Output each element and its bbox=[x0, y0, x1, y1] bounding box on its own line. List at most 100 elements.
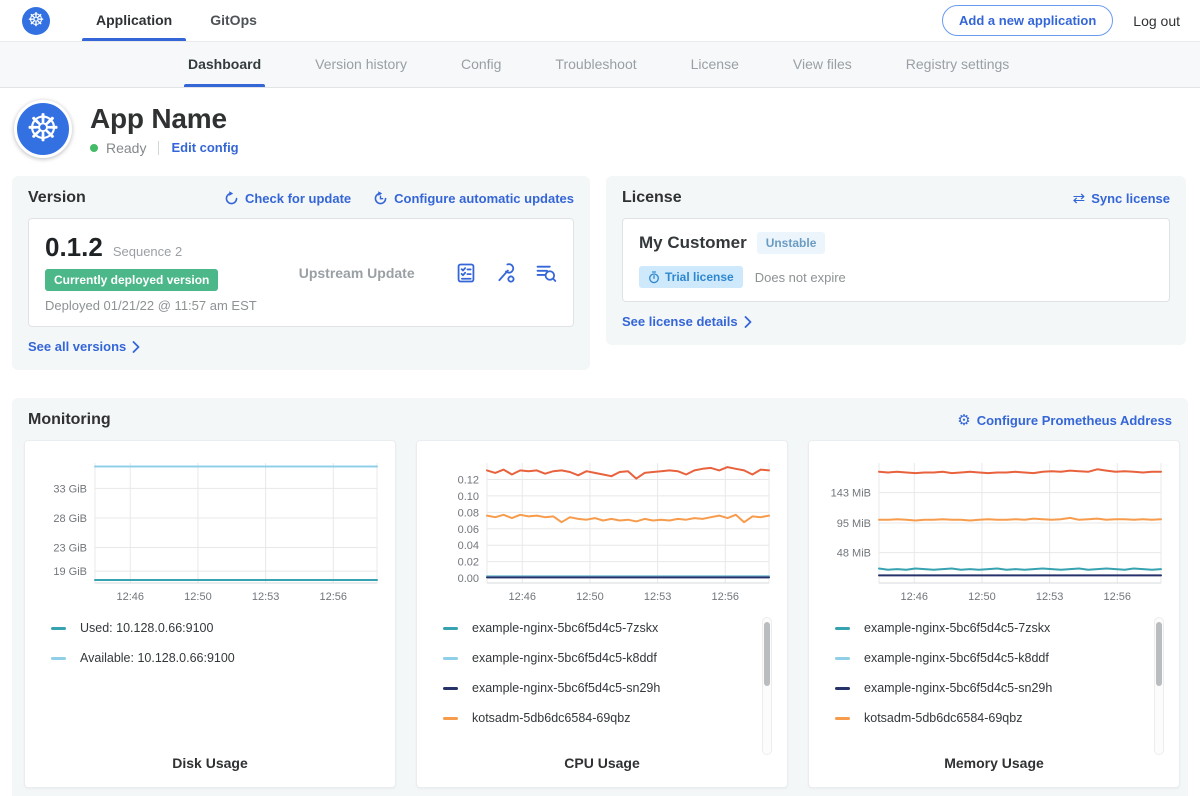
configure-automatic-updates-label: Configure automatic updates bbox=[394, 191, 574, 206]
legend-item: example-nginx-5bc6f5d4c5-7zskx bbox=[835, 621, 1167, 635]
topnav-tab-application[interactable]: Application bbox=[82, 0, 186, 41]
disk-usage-title: Disk Usage bbox=[37, 755, 383, 777]
svg-text:0.08: 0.08 bbox=[458, 507, 479, 519]
legend-item: example-nginx-5bc6f5d4c5-sn29h bbox=[835, 681, 1167, 695]
tab-troubleshoot[interactable]: Troubleshoot bbox=[555, 42, 636, 87]
app-status: Ready bbox=[106, 140, 146, 156]
disk-usage-panel: 33 GiB28 GiB23 GiB19 GiB12:4612:5012:531… bbox=[24, 440, 396, 788]
svg-text:23 GiB: 23 GiB bbox=[53, 543, 87, 555]
legend-label: kotsadm-5db6dc6584-69qbz bbox=[472, 711, 630, 725]
current-version-panel: 0.1.2 Sequence 2 Currently deployed vers… bbox=[28, 218, 574, 327]
page-title: App Name bbox=[90, 103, 239, 135]
legend-swatch bbox=[51, 657, 66, 660]
legend-item: example-nginx-5bc6f5d4c5-k8ddf bbox=[443, 651, 775, 665]
kots-admin-console: ☸ Application GitOps Add a new applicati… bbox=[0, 0, 1200, 796]
deployed-timestamp: Deployed 01/21/22 @ 11:57 am EST bbox=[45, 298, 257, 313]
gear-icon: ⚙ bbox=[957, 411, 970, 429]
scrollbar-thumb[interactable] bbox=[1156, 622, 1162, 686]
edit-config-wrench-icon[interactable] bbox=[495, 262, 517, 284]
tab-dashboard[interactable]: Dashboard bbox=[188, 42, 261, 87]
legend-swatch bbox=[443, 687, 458, 690]
svg-text:143 MiB: 143 MiB bbox=[831, 488, 871, 500]
svg-text:0.12: 0.12 bbox=[458, 474, 479, 486]
monitoring-card: Monitoring ⚙ Configure Prometheus Addres… bbox=[12, 398, 1188, 796]
sync-license-link[interactable]: ⇄ Sync license bbox=[1073, 189, 1170, 207]
svg-text:12:56: 12:56 bbox=[712, 591, 740, 603]
app-header: ☸ App Name Ready Edit config bbox=[0, 88, 1200, 170]
svg-text:0.06: 0.06 bbox=[458, 524, 479, 536]
channel-badge: Unstable bbox=[757, 232, 826, 254]
see-all-versions-label: See all versions bbox=[28, 339, 126, 354]
add-application-button[interactable]: Add a new application bbox=[942, 5, 1113, 36]
svg-text:0.00: 0.00 bbox=[458, 573, 479, 585]
tab-version-history[interactable]: Version history bbox=[315, 42, 407, 87]
logout-button[interactable]: Log out bbox=[1133, 13, 1180, 29]
see-all-versions-link[interactable]: See all versions bbox=[28, 339, 140, 354]
svg-text:12:56: 12:56 bbox=[1104, 591, 1132, 603]
legend-label: kotsadm-5db6dc6584-69qbz bbox=[864, 711, 1022, 725]
memory-usage-title: Memory Usage bbox=[821, 755, 1167, 777]
legend-item: example-nginx-5bc6f5d4c5-7zskx bbox=[443, 621, 775, 635]
memory-usage-legend: example-nginx-5bc6f5d4c5-7zskx example-ng… bbox=[821, 621, 1167, 755]
tab-license[interactable]: License bbox=[691, 42, 739, 87]
legend-swatch bbox=[443, 627, 458, 630]
edit-config-link[interactable]: Edit config bbox=[171, 140, 238, 155]
scrollbar-thumb[interactable] bbox=[764, 622, 770, 686]
legend-swatch bbox=[443, 657, 458, 660]
preflight-checks-icon[interactable] bbox=[455, 262, 477, 284]
legend-item: kotsadm-5db6dc6584-69qbz bbox=[835, 711, 1167, 725]
svg-text:12:50: 12:50 bbox=[968, 591, 996, 603]
legend-swatch bbox=[835, 717, 850, 720]
deployed-version-badge: Currently deployed version bbox=[45, 269, 218, 291]
legend-scrollbar[interactable] bbox=[762, 617, 772, 755]
kubernetes-logo-icon: ☸ bbox=[22, 7, 50, 35]
chevron-right-icon bbox=[132, 341, 140, 353]
cpu-usage-panel: 0.120.100.080.060.040.020.0012:4612:5012… bbox=[416, 440, 788, 788]
cpu-usage-chart: 0.120.100.080.060.040.020.0012:4612:5012… bbox=[429, 455, 775, 607]
version-sequence: Sequence 2 bbox=[113, 244, 182, 259]
svg-text:12:50: 12:50 bbox=[576, 591, 604, 603]
configure-prometheus-link[interactable]: ⚙ Configure Prometheus Address bbox=[957, 411, 1172, 429]
svg-text:12:56: 12:56 bbox=[320, 591, 348, 603]
legend-scrollbar[interactable] bbox=[1154, 617, 1164, 755]
schedule-clock-icon bbox=[373, 191, 388, 206]
check-for-update-link[interactable]: Check for update bbox=[224, 191, 351, 206]
legend-label: example-nginx-5bc6f5d4c5-7zskx bbox=[472, 621, 658, 635]
legend-label: example-nginx-5bc6f5d4c5-k8ddf bbox=[472, 651, 657, 665]
tab-config[interactable]: Config bbox=[461, 42, 501, 87]
app-sub-nav: Dashboard Version history Config Trouble… bbox=[0, 42, 1200, 88]
cpu-usage-legend: example-nginx-5bc6f5d4c5-7zskx example-ng… bbox=[429, 621, 775, 755]
legend-label: example-nginx-5bc6f5d4c5-sn29h bbox=[472, 681, 660, 695]
divider bbox=[158, 141, 159, 155]
svg-text:12:50: 12:50 bbox=[184, 591, 212, 603]
topnav-tab-gitops[interactable]: GitOps bbox=[196, 0, 271, 41]
trial-license-badge: Trial license bbox=[639, 266, 743, 288]
monitoring-heading: Monitoring bbox=[28, 411, 111, 429]
disk-usage-legend: Used: 10.128.0.66:9100 Available: 10.128.… bbox=[37, 621, 383, 755]
memory-usage-panel: 143 MiB95 MiB48 MiB12:4612:5012:5312:56 … bbox=[808, 440, 1180, 788]
legend-item: Available: 10.128.0.66:9100 bbox=[51, 651, 383, 665]
topnav-right: Add a new application Log out bbox=[942, 5, 1180, 36]
legend-item: Used: 10.128.0.66:9100 bbox=[51, 621, 383, 635]
legend-item: example-nginx-5bc6f5d4c5-sn29h bbox=[443, 681, 775, 695]
legend-label: Used: 10.128.0.66:9100 bbox=[80, 621, 213, 635]
trial-license-label: Trial license bbox=[665, 270, 734, 284]
tab-view-files[interactable]: View files bbox=[793, 42, 852, 87]
sync-license-label: Sync license bbox=[1091, 191, 1170, 206]
license-card: License ⇄ Sync license My Customer Unsta… bbox=[606, 176, 1186, 345]
deploy-logs-icon[interactable] bbox=[535, 262, 557, 284]
license-expiration: Does not expire bbox=[755, 270, 846, 285]
tab-registry-settings[interactable]: Registry settings bbox=[906, 42, 1009, 87]
version-number: 0.1.2 bbox=[45, 232, 103, 263]
license-card-heading: License bbox=[622, 189, 682, 207]
svg-text:12:53: 12:53 bbox=[1036, 591, 1064, 603]
license-panel: My Customer Unstable Trial license bbox=[622, 218, 1170, 302]
legend-swatch bbox=[835, 627, 850, 630]
svg-text:12:53: 12:53 bbox=[644, 591, 672, 603]
configure-automatic-updates-link[interactable]: Configure automatic updates bbox=[373, 191, 574, 206]
see-license-details-link[interactable]: See license details bbox=[622, 314, 752, 329]
legend-swatch bbox=[835, 687, 850, 690]
legend-swatch bbox=[835, 657, 850, 660]
status-dot-icon bbox=[90, 144, 98, 152]
legend-label: example-nginx-5bc6f5d4c5-sn29h bbox=[864, 681, 1052, 695]
